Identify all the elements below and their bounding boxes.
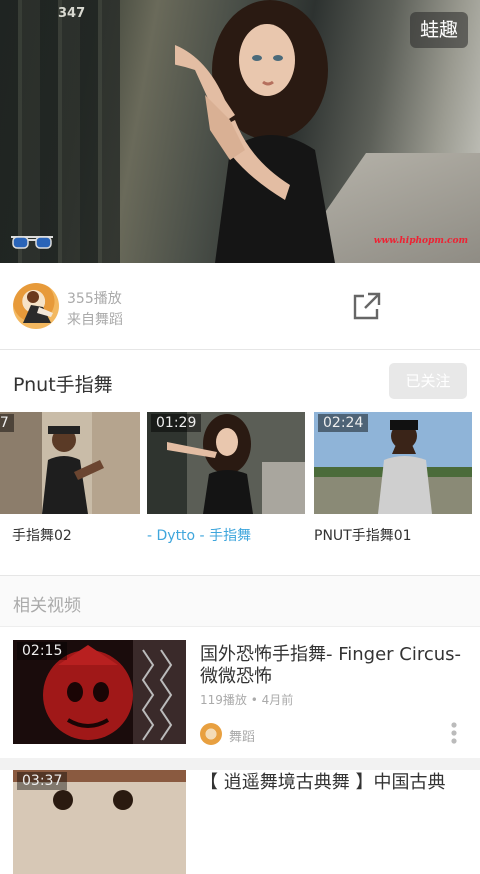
glasses-icon: [11, 236, 53, 249]
share-icon[interactable]: [352, 291, 382, 321]
play-count: 355播放: [67, 291, 122, 307]
video-duration: 02:15: [17, 642, 68, 660]
source-category[interactable]: 来自舞蹈: [67, 309, 123, 329]
video-duration: 37: [0, 414, 14, 432]
video-player[interactable]: 347 蛙趣 www.hiphopm.com: [0, 0, 480, 263]
channel-section: Pnut手指舞 已关注 37 手指舞02: [0, 350, 480, 576]
building-number: 347: [58, 6, 86, 21]
follow-button[interactable]: 已关注: [389, 363, 467, 399]
related-video-title[interactable]: 国外恐怖手指舞- Finger Circus-微微恐怖: [200, 644, 470, 688]
video-duration: 02:24: [318, 414, 369, 432]
video-frame-storefront: [0, 0, 120, 263]
channel-logo-badge: 蛙趣: [409, 12, 468, 48]
related-video-thumbnail[interactable]: 02:15: [13, 640, 186, 744]
channel-video-list: 37 手指舞02 01:29 - Dytto - 手指舞: [0, 412, 480, 552]
more-options-icon[interactable]: [450, 721, 458, 745]
channel-video-title-active[interactable]: - Dytto - 手指舞: [147, 525, 251, 545]
related-video-item[interactable]: 03:37 【 逍遥舞境古典舞 】中国古典: [0, 770, 480, 874]
channel-video-title[interactable]: 手指舞02: [12, 525, 72, 545]
related-video-thumbnail[interactable]: 03:37: [13, 770, 186, 874]
list-divider: [0, 758, 480, 770]
related-video-title[interactable]: 【 逍遥舞境古典舞 】中国古典: [200, 772, 470, 794]
uploader-avatar[interactable]: [13, 283, 59, 329]
channel-video-thumbnail[interactable]: 01:29: [147, 412, 305, 514]
channel-video-thumbnail[interactable]: 37: [0, 412, 140, 514]
related-video-meta: 119播放 • 4月前: [200, 693, 294, 707]
video-watermark: www.hiphopm.com: [373, 236, 468, 246]
related-video-avatar[interactable]: [200, 723, 222, 745]
channel-title[interactable]: Pnut手指舞: [13, 370, 113, 397]
channel-video-title[interactable]: PNUT手指舞01: [314, 525, 412, 545]
channel-video-thumbnail[interactable]: 02:24: [314, 412, 472, 514]
related-videos-header: 相关视频: [0, 576, 480, 627]
related-videos-title: 相关视频: [13, 596, 81, 616]
video-duration: 03:37: [17, 772, 68, 790]
video-info-row: 355播放 来自舞蹈: [0, 263, 480, 350]
related-video-item[interactable]: 02:15 国外恐怖手指舞- Finger Circus-微微恐怖 119播放 …: [0, 626, 480, 766]
video-frame-dancer: [175, 0, 335, 263]
video-duration: 01:29: [151, 414, 202, 432]
related-video-category[interactable]: 舞蹈: [229, 726, 255, 745]
